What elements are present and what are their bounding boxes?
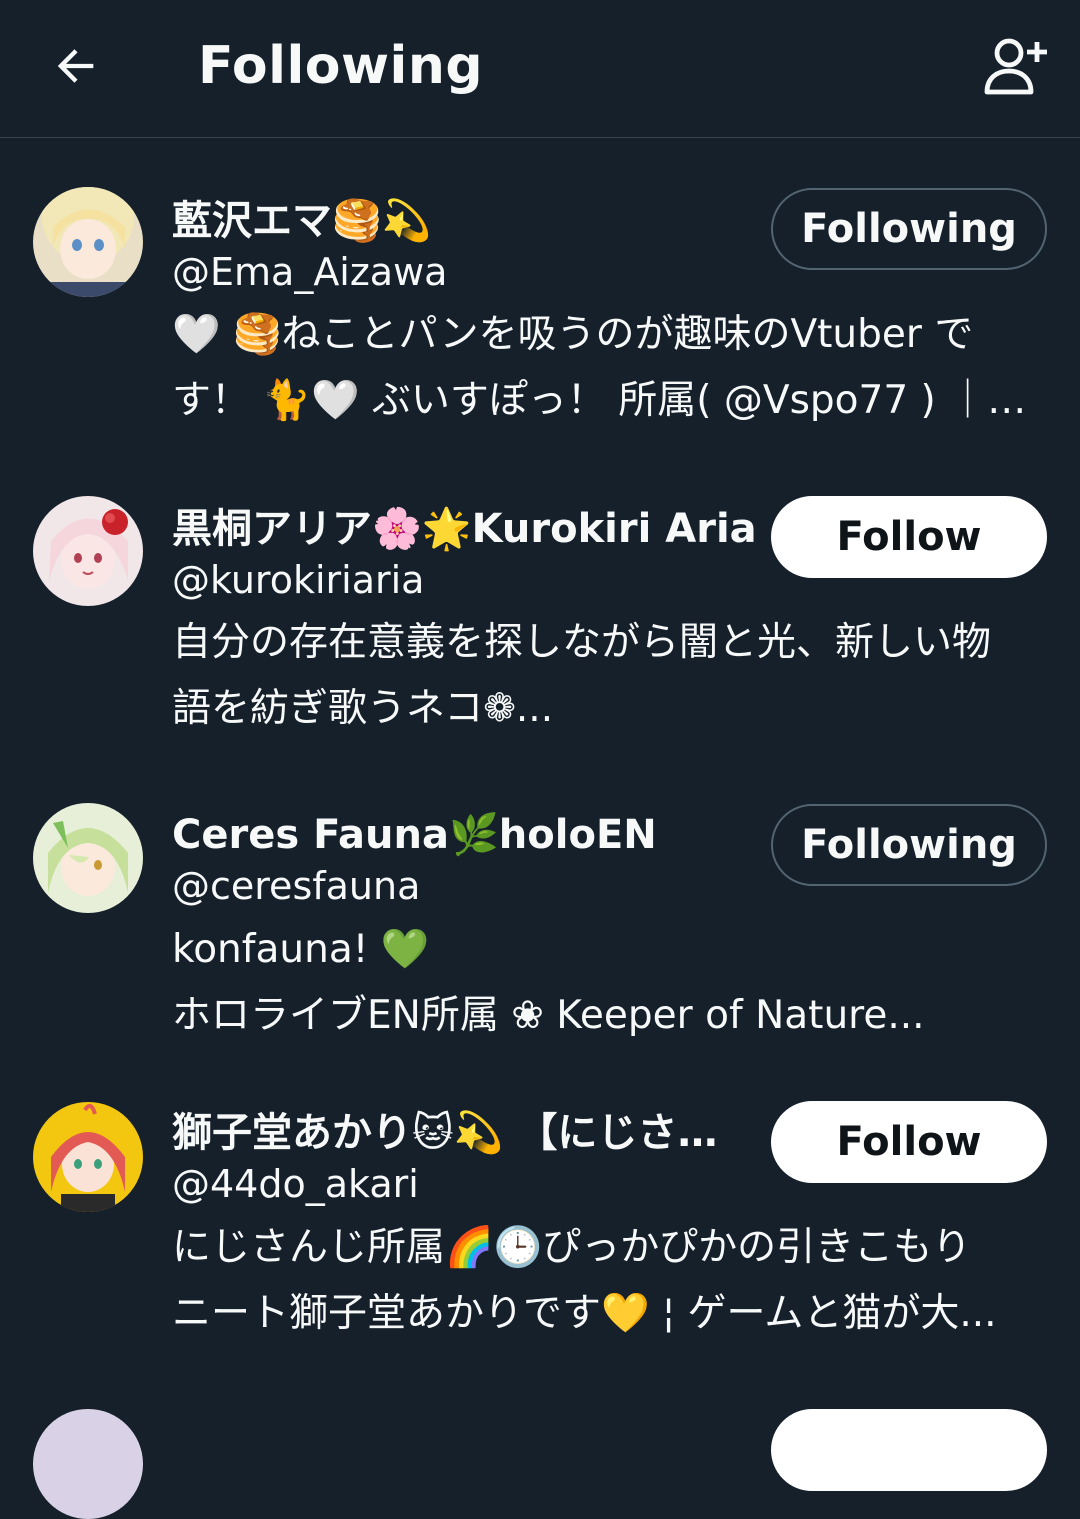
- avatar[interactable]: [33, 187, 143, 297]
- add-user-button[interactable]: [976, 30, 1056, 102]
- bio: konfauna! 💚 ホロライブEN所属 ❀ Keeper of Nature…: [172, 917, 1042, 1049]
- add-user-icon: [984, 38, 1047, 95]
- back-button[interactable]: [40, 30, 112, 102]
- follow-button[interactable]: Follow: [771, 496, 1047, 578]
- page-title: Following: [198, 36, 484, 96]
- bio: 🤍 🥞ねことパンを吸うのが趣味のVtuber で す！ 🐈🤍 ぶいすぽっ！ 所属…: [172, 302, 1042, 434]
- bio-line: konfauna! 💚: [172, 927, 430, 972]
- arrow-left-icon: [57, 49, 94, 83]
- avatar[interactable]: [33, 803, 143, 913]
- display-name: 黒桐アリア🌸🌟Kurokiri Aria: [172, 506, 757, 552]
- bio-line: 自分の存在意義を探しながら闇と光、新しい物: [172, 620, 992, 665]
- follow-button[interactable]: [771, 1409, 1047, 1491]
- display-name: Ceres Fauna🌿holoEN: [172, 812, 657, 858]
- avatar[interactable]: [33, 496, 143, 606]
- username: @Ema_Aizawa: [172, 250, 448, 294]
- list-item[interactable]: [0, 1352, 1080, 1519]
- bio-line: ニート獅子堂あかりです💛 ¦ ゲームと猫が大...: [172, 1291, 997, 1336]
- avatar[interactable]: [33, 1409, 143, 1519]
- list-item[interactable]: 黒桐アリア🌸🌟Kurokiri Aria @kurokiriaria 自分の存在…: [0, 446, 1080, 754]
- bio-line: ホロライブEN所属 ❀ Keeper of Nature...: [172, 993, 925, 1038]
- bio-line: す！ 🐈🤍 ぶいすぽっ！ 所属( @Vspo77 ) ｜マ...: [172, 378, 1042, 423]
- avatar[interactable]: [33, 1102, 143, 1212]
- bio-line: にじさんじ所属🌈🕒ぴっかぴかの引きこもり: [172, 1225, 972, 1270]
- bio-line: 語を紡ぎ歌うネコ❁...: [172, 686, 554, 731]
- following-button[interactable]: Following: [771, 804, 1047, 886]
- bio: にじさんじ所属🌈🕒ぴっかぴかの引きこもり ニート獅子堂あかりです💛 ¦ ゲームと…: [172, 1215, 1042, 1347]
- username: @ceresfauna: [172, 864, 421, 908]
- list-item[interactable]: Ceres Fauna🌿holoEN @ceresfauna konfauna!…: [0, 754, 1080, 1052]
- bio: 自分の存在意義を探しながら闇と光、新しい物 語を紡ぎ歌うネコ❁...: [172, 610, 1042, 742]
- username: @44do_akari: [172, 1162, 419, 1206]
- list-item[interactable]: 獅子堂あかり🐱💫 【にじさ... @44do_akari にじさんじ所属🌈🕒ぴっ…: [0, 1052, 1080, 1352]
- following-button[interactable]: Following: [771, 188, 1047, 270]
- display-name: 獅子堂あかり🐱💫 【にじさ...: [172, 1110, 720, 1156]
- bio-line: 🤍 🥞ねことパンを吸うのが趣味のVtuber で: [172, 312, 974, 357]
- top-app-bar: Following: [0, 0, 1080, 138]
- display-name: 藍沢エマ🥞💫: [172, 198, 432, 244]
- username: @kurokiriaria: [172, 558, 425, 602]
- list-item[interactable]: 藍沢エマ🥞💫 @Ema_Aizawa 🤍 🥞ねことパンを吸うのが趣味のVtube…: [0, 138, 1080, 446]
- follow-button[interactable]: Follow: [771, 1101, 1047, 1183]
